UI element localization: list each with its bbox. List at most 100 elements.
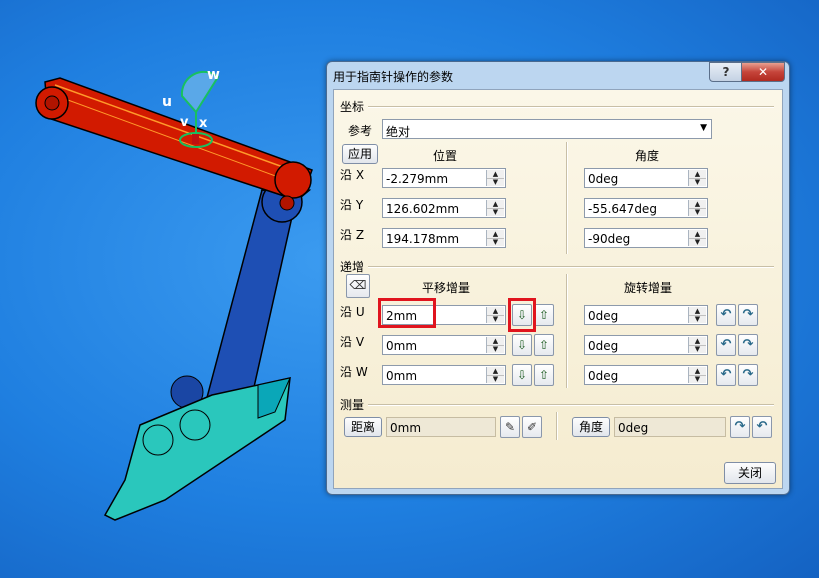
- measure-pick-alt-icon[interactable]: ✐: [522, 416, 542, 438]
- axis-w-label: 沿 W: [340, 365, 368, 379]
- rotate-positive-w-button[interactable]: ↷: [738, 364, 758, 386]
- reference-label: 参考: [348, 124, 373, 138]
- compass-handle[interactable]: [192, 134, 199, 144]
- help-button[interactable]: ?: [709, 62, 743, 82]
- rotation-v-spinner[interactable]: ▲ ▼: [688, 337, 706, 353]
- dialog-client: 坐标 参考 绝对 ▼ 应用 位置 角度 沿 X -2.279mm ▲ ▼ 0deg…: [333, 89, 783, 489]
- rotate-negative-u-button[interactable]: ↶: [716, 304, 736, 326]
- highlight-box: [508, 298, 536, 332]
- close-button[interactable]: 关闭: [724, 462, 776, 484]
- angle-y-field[interactable]: -55.647deg ▲ ▼: [584, 198, 708, 218]
- axis-v-label: 沿 V: [340, 335, 365, 349]
- translation-v-value: 0mm: [386, 339, 418, 353]
- bucket-hole-1: [142, 424, 174, 456]
- axis-u-label: 沿 U: [340, 305, 365, 319]
- dialog-title: 用于指南针操作的参数: [333, 70, 454, 84]
- angle-y-spinner[interactable]: ▲ ▼: [688, 200, 706, 216]
- separator: [368, 106, 774, 108]
- rotate-negative-w-button[interactable]: ↶: [716, 364, 736, 386]
- rotation-u-spinner[interactable]: ▲ ▼: [688, 307, 706, 323]
- position-z-value: 194.178mm: [386, 232, 460, 246]
- translation-header: 平移增量: [422, 281, 471, 295]
- upper-arm-edge-2: [56, 95, 301, 186]
- reference-value: 绝对: [386, 125, 411, 139]
- angle-z-value: -90deg: [588, 232, 631, 246]
- position-x-spinner[interactable]: ▲ ▼: [486, 170, 504, 186]
- rotation-w-field[interactable]: 0deg ▲ ▼: [584, 365, 708, 385]
- translation-u-spinner[interactable]: ▲ ▼: [486, 307, 504, 323]
- position-z-field[interactable]: 194.178mm ▲ ▼: [382, 228, 506, 248]
- angle-pick-alt-icon[interactable]: ↶: [752, 416, 772, 438]
- angle-measure-button[interactable]: 角度: [572, 417, 610, 437]
- compass-parameters-dialog: 用于指南针操作的参数 ? ✕ 坐标 参考 绝对 ▼ 应用 位置 角度 沿 X -…: [326, 61, 790, 495]
- compass-w-label: w: [207, 67, 220, 83]
- separator: [368, 404, 774, 406]
- axis-z-label: 沿 Z: [340, 228, 365, 242]
- angle-header: 角度: [635, 149, 660, 163]
- rotate-negative-v-button[interactable]: ↶: [716, 334, 736, 356]
- translation-v-spinner[interactable]: ▲ ▼: [486, 337, 504, 353]
- position-x-field[interactable]: -2.279mm ▲ ▼: [382, 168, 506, 188]
- position-y-spinner[interactable]: ▲ ▼: [486, 200, 504, 216]
- separator: [368, 266, 774, 268]
- angle-y-value: -55.647deg: [588, 202, 657, 216]
- position-header: 位置: [433, 149, 458, 163]
- elbow-cap: [274, 161, 312, 199]
- compass-v-label: v: [180, 115, 189, 130]
- distance-button[interactable]: 距离: [344, 417, 382, 437]
- position-x-value: -2.279mm: [386, 172, 449, 186]
- translate-negative-w-button[interactable]: ⇩: [512, 364, 532, 386]
- measure-section-title: 测量: [340, 398, 365, 412]
- rotation-u-field[interactable]: 0deg ▲ ▼: [584, 305, 708, 325]
- distance-field: 0mm: [386, 417, 496, 437]
- shoulder-hole: [44, 95, 60, 111]
- angle-measure-field: 0deg: [614, 417, 726, 437]
- translate-positive-w-button[interactable]: ⇧: [534, 364, 554, 386]
- chevron-down-icon: ▼: [700, 123, 707, 133]
- rotation-w-spinner[interactable]: ▲ ▼: [688, 367, 706, 383]
- translate-positive-u-button[interactable]: ⇧: [534, 304, 554, 326]
- elbow-hole: [279, 195, 295, 211]
- apply-button[interactable]: 应用: [342, 144, 378, 164]
- angle-x-spinner[interactable]: ▲ ▼: [688, 170, 706, 186]
- rotation-w-value: 0deg: [588, 369, 619, 383]
- measure-pick-icon[interactable]: ✎: [500, 416, 520, 438]
- position-y-value: 126.602mm: [386, 202, 460, 216]
- axis-y-label: 沿 Y: [340, 198, 364, 212]
- highlight-box: [378, 298, 436, 328]
- position-z-spinner[interactable]: ▲ ▼: [486, 230, 504, 246]
- angle-x-value: 0deg: [588, 172, 619, 186]
- separator-vertical: [566, 274, 568, 388]
- compass-u-label: u: [162, 94, 172, 110]
- rotate-positive-u-button[interactable]: ↷: [738, 304, 758, 326]
- rotate-positive-v-button[interactable]: ↷: [738, 334, 758, 356]
- rotation-header: 旋转增量: [624, 281, 673, 295]
- title-bar[interactable]: 用于指南针操作的参数 ? ✕: [327, 62, 789, 88]
- separator-vertical: [566, 142, 568, 254]
- distance-value: 0mm: [390, 421, 422, 435]
- angle-x-field[interactable]: 0deg ▲ ▼: [584, 168, 708, 188]
- angle-z-field[interactable]: -90deg ▲ ▼: [584, 228, 708, 248]
- rotation-v-value: 0deg: [588, 339, 619, 353]
- translation-v-field[interactable]: 0mm ▲ ▼: [382, 335, 506, 355]
- coords-section-title: 坐标: [340, 100, 365, 114]
- separator-vertical: [556, 412, 558, 440]
- angle-pick-icon[interactable]: ↷: [730, 416, 750, 438]
- compass-x-label: x: [199, 116, 208, 131]
- reference-select[interactable]: 绝对 ▼: [382, 119, 712, 139]
- translation-w-spinner[interactable]: ▲ ▼: [486, 367, 504, 383]
- axis-x-label: 沿 X: [340, 168, 365, 182]
- translate-negative-v-button[interactable]: ⇩: [512, 334, 532, 356]
- angle-z-spinner[interactable]: ▲ ▼: [688, 230, 706, 246]
- rotation-v-field[interactable]: 0deg ▲ ▼: [584, 335, 708, 355]
- translation-w-value: 0mm: [386, 369, 418, 383]
- translate-positive-v-button[interactable]: ⇧: [534, 334, 554, 356]
- close-window-button[interactable]: ✕: [741, 62, 785, 82]
- bucket-hole-2: [179, 409, 211, 441]
- angle-measure-value: 0deg: [618, 421, 649, 435]
- position-y-field[interactable]: 126.602mm ▲ ▼: [382, 198, 506, 218]
- eraser-icon[interactable]: ⌫: [346, 274, 370, 298]
- increments-section-title: 递增: [340, 260, 365, 274]
- rotation-u-value: 0deg: [588, 309, 619, 323]
- translation-w-field[interactable]: 0mm ▲ ▼: [382, 365, 506, 385]
